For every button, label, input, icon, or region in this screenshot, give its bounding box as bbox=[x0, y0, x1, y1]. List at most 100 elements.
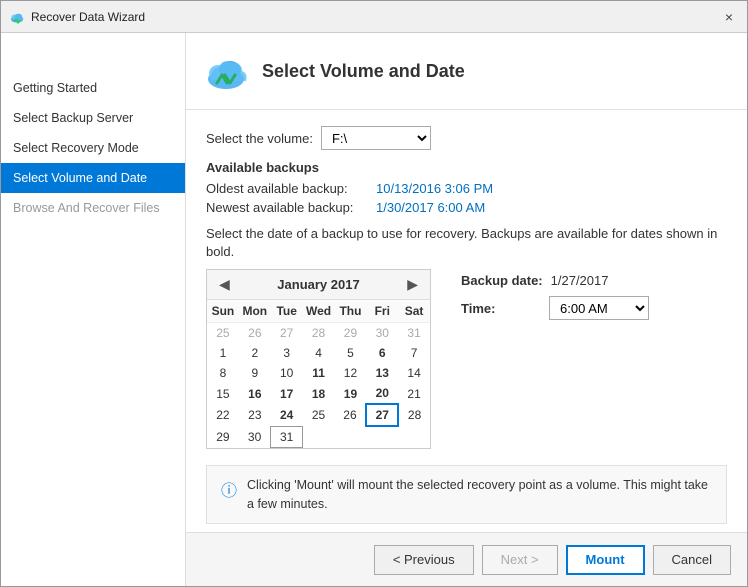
calendar-week-5: 293031 bbox=[207, 426, 430, 447]
calendar-cell-0-3: 28 bbox=[303, 323, 335, 344]
calendar-next-button[interactable]: ▶ bbox=[403, 274, 422, 295]
calendar-cell-1-2: 3 bbox=[271, 343, 303, 363]
calendar-cell-2-6: 14 bbox=[398, 363, 430, 383]
calendar-days-header: Sun Mon Tue Wed Thu Fri Sat bbox=[207, 300, 430, 323]
previous-button[interactable]: < Previous bbox=[374, 545, 474, 575]
calendar-grid: Sun Mon Tue Wed Thu Fri Sat 252 bbox=[207, 300, 430, 448]
day-header-thu: Thu bbox=[335, 300, 367, 323]
title-bar-left: Recover Data Wizard bbox=[9, 9, 145, 25]
calendar-cell-1-1: 2 bbox=[239, 343, 271, 363]
calendar-cell-3-5[interactable]: 20 bbox=[366, 383, 398, 404]
cancel-button[interactable]: Cancel bbox=[653, 545, 731, 575]
calendar-cell-3-1[interactable]: 16 bbox=[239, 383, 271, 404]
calendar-cell-0-0: 25 bbox=[207, 323, 239, 344]
info-icon: ⓘ bbox=[221, 477, 237, 501]
available-backups-label: Available backups bbox=[206, 160, 727, 175]
volume-label: Select the volume: bbox=[206, 131, 313, 146]
time-row: Time: 6:00 AM bbox=[461, 296, 649, 320]
calendar-cell-1-3: 4 bbox=[303, 343, 335, 363]
main-panel: Select Volume and Date Select the volume… bbox=[186, 33, 747, 586]
day-header-sun: Sun bbox=[207, 300, 239, 323]
calendar-cell-2-0: 8 bbox=[207, 363, 239, 383]
calendar-cell-1-4: 5 bbox=[335, 343, 367, 363]
main-header-title: Select Volume and Date bbox=[262, 61, 465, 82]
calendar-cell-4-5[interactable]: 27 bbox=[366, 404, 398, 426]
calendar-cell-3-2[interactable]: 17 bbox=[271, 383, 303, 404]
calendar-cell-0-5: 30 bbox=[366, 323, 398, 344]
day-header-sat: Sat bbox=[398, 300, 430, 323]
oldest-backup-row: Oldest available backup: 10/13/2016 3:06… bbox=[206, 181, 727, 196]
window-icon bbox=[9, 9, 25, 25]
calendar-cell-4-2[interactable]: 24 bbox=[271, 404, 303, 426]
calendar-cell-1-5[interactable]: 6 bbox=[366, 343, 398, 363]
day-header-mon: Mon bbox=[239, 300, 271, 323]
time-label: Time: bbox=[461, 301, 541, 316]
oldest-backup-label: Oldest available backup: bbox=[206, 181, 376, 196]
calendar-cell-3-0: 15 bbox=[207, 383, 239, 404]
calendar-cell-5-1: 30 bbox=[239, 426, 271, 447]
close-button[interactable]: × bbox=[719, 7, 739, 27]
newest-backup-label: Newest available backup: bbox=[206, 200, 376, 215]
calendar-cell-2-1: 9 bbox=[239, 363, 271, 383]
calendar-header: ◀ January 2017 ▶ bbox=[207, 270, 430, 300]
day-header-tue: Tue bbox=[271, 300, 303, 323]
time-select[interactable]: 6:00 AM bbox=[549, 296, 649, 320]
backup-date-panel: Backup date: 1/27/2017 Time: 6:00 AM bbox=[461, 273, 649, 320]
header-cloud-icon bbox=[202, 47, 250, 95]
calendar-cell-2-3[interactable]: 11 bbox=[303, 363, 335, 383]
main-body: Select the volume: F:\ Available backups… bbox=[186, 110, 747, 532]
sidebar-item-browse-recover-files: Browse And Recover Files bbox=[1, 193, 185, 223]
calendar-cell-0-2: 27 bbox=[271, 323, 303, 344]
calendar-body: 2526272829303112345678910111213141516171… bbox=[207, 323, 430, 448]
calendar-cell-1-0: 1 bbox=[207, 343, 239, 363]
calendar-cell-1-6: 7 bbox=[398, 343, 430, 363]
sidebar-item-select-volume-date[interactable]: Select Volume and Date bbox=[1, 163, 185, 193]
next-button[interactable]: Next > bbox=[482, 545, 558, 575]
calendar-month-year: January 2017 bbox=[277, 277, 359, 292]
calendar-cell-5-2: 31 bbox=[271, 426, 303, 447]
backup-date-row: Backup date: 1/27/2017 bbox=[461, 273, 649, 288]
calendar-cell-5-6 bbox=[398, 426, 430, 447]
calendar-cell-2-2: 10 bbox=[271, 363, 303, 383]
calendar-cell-3-6: 21 bbox=[398, 383, 430, 404]
calendar-cell-4-4: 26 bbox=[335, 404, 367, 426]
sidebar-item-getting-started[interactable]: Getting Started bbox=[1, 73, 185, 103]
main-header: Select Volume and Date bbox=[186, 33, 747, 110]
calendar-cell-4-1: 23 bbox=[239, 404, 271, 426]
calendar-cell-3-4[interactable]: 19 bbox=[335, 383, 367, 404]
footer: < Previous Next > Mount Cancel bbox=[186, 532, 747, 586]
calendar: ◀ January 2017 ▶ Sun Mon Tue Wed bbox=[206, 269, 431, 449]
title-bar: Recover Data Wizard × bbox=[1, 1, 747, 33]
day-header-fri: Fri bbox=[366, 300, 398, 323]
oldest-backup-value: 10/13/2016 3:06 PM bbox=[376, 181, 493, 196]
window-title: Recover Data Wizard bbox=[31, 10, 145, 24]
volume-row: Select the volume: F:\ bbox=[206, 126, 727, 150]
sidebar-header bbox=[1, 33, 185, 73]
volume-select[interactable]: F:\ bbox=[321, 126, 431, 150]
calendar-cell-0-6: 31 bbox=[398, 323, 430, 344]
mount-button[interactable]: Mount bbox=[566, 545, 645, 575]
calendar-week-3: 15161718192021 bbox=[207, 383, 430, 404]
calendar-week-0: 25262728293031 bbox=[207, 323, 430, 344]
calendar-cell-5-0: 29 bbox=[207, 426, 239, 447]
calendar-cell-0-4: 29 bbox=[335, 323, 367, 344]
sidebar: Getting Started Select Backup Server Sel… bbox=[1, 33, 186, 586]
sidebar-item-select-recovery-mode[interactable]: Select Recovery Mode bbox=[1, 133, 185, 163]
calendar-week-2: 891011121314 bbox=[207, 363, 430, 383]
calendar-prev-button[interactable]: ◀ bbox=[215, 274, 234, 295]
calendar-cell-2-4: 12 bbox=[335, 363, 367, 383]
calendar-cell-5-4 bbox=[335, 426, 367, 447]
calendar-cell-4-3: 25 bbox=[303, 404, 335, 426]
newest-backup-row: Newest available backup: 1/30/2017 6:00 … bbox=[206, 200, 727, 215]
calendar-week-1: 1234567 bbox=[207, 343, 430, 363]
calendar-cell-3-3[interactable]: 18 bbox=[303, 383, 335, 404]
main-content-area: Getting Started Select Backup Server Sel… bbox=[1, 33, 747, 586]
newest-backup-value: 1/30/2017 6:00 AM bbox=[376, 200, 485, 215]
sidebar-item-select-backup-server[interactable]: Select Backup Server bbox=[1, 103, 185, 133]
recover-data-wizard-window: Recover Data Wizard × Getting Started Se… bbox=[0, 0, 748, 587]
backup-date-value: 1/27/2017 bbox=[551, 273, 609, 288]
info-box: ⓘ Clicking 'Mount' will mount the select… bbox=[206, 465, 727, 525]
calendar-cell-2-5[interactable]: 13 bbox=[366, 363, 398, 383]
calendar-cell-4-0: 22 bbox=[207, 404, 239, 426]
info-text: Clicking 'Mount' will mount the selected… bbox=[247, 476, 712, 514]
